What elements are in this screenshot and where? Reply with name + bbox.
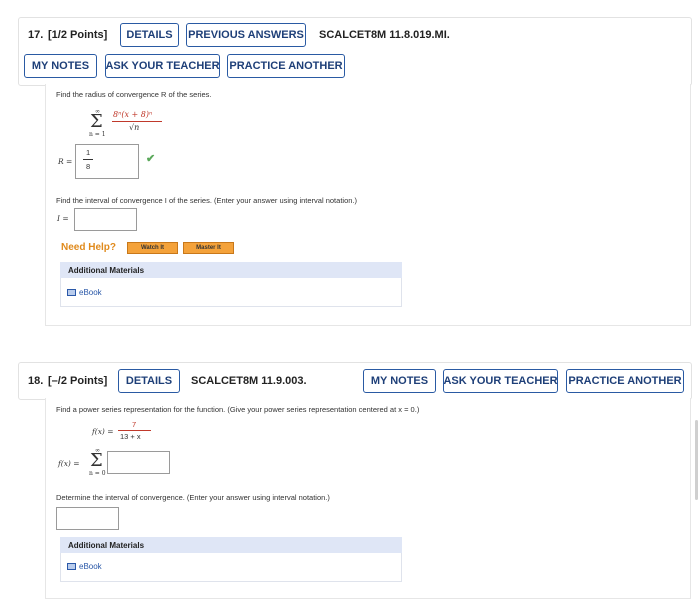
master-it-button[interactable]: Master It bbox=[183, 242, 234, 254]
ebook-label: eBook bbox=[79, 288, 102, 297]
fx-series-label: f(x) = bbox=[58, 459, 80, 468]
interval-input[interactable] bbox=[56, 507, 119, 530]
ebook-link[interactable]: eBook bbox=[67, 288, 102, 297]
additional-materials-header: Additional Materials bbox=[60, 537, 402, 553]
question-17-number: 17. bbox=[28, 29, 44, 41]
series-denominator: √n bbox=[129, 123, 140, 132]
additional-materials-panel bbox=[60, 553, 402, 582]
details-button[interactable]: DETAILS bbox=[118, 369, 180, 393]
details-button[interactable]: DETAILS bbox=[120, 23, 179, 47]
sigma-icon: Σ bbox=[90, 450, 103, 471]
sum-lower-limit: n = 1 bbox=[89, 131, 106, 138]
sigma-icon: Σ bbox=[90, 111, 103, 132]
practice-another-button[interactable]: PRACTICE ANOTHER bbox=[566, 369, 684, 393]
book-icon bbox=[67, 563, 76, 570]
r-answer-numerator: 1 bbox=[86, 148, 91, 157]
previous-answers-button[interactable]: PREVIOUS ANSWERS bbox=[186, 23, 306, 47]
r-label: R = bbox=[58, 157, 73, 166]
question-18-number: 18. bbox=[28, 375, 44, 387]
interval-input[interactable] bbox=[74, 208, 137, 231]
book-icon bbox=[67, 289, 76, 296]
my-notes-button[interactable]: MY NOTES bbox=[363, 369, 436, 393]
my-notes-button[interactable]: MY NOTES bbox=[24, 54, 97, 78]
series-fraction-bar bbox=[112, 121, 162, 122]
r-answer-field[interactable] bbox=[75, 144, 139, 179]
ebook-link[interactable]: eBook bbox=[67, 562, 102, 571]
interval-prompt: Find the interval of convergence I of th… bbox=[56, 196, 357, 205]
additional-materials-header: Additional Materials bbox=[60, 262, 402, 278]
series-numerator: 8ⁿ(x + 8)ⁿ bbox=[113, 110, 153, 119]
practice-another-button[interactable]: PRACTICE ANOTHER bbox=[227, 54, 345, 78]
fx-fraction-bar bbox=[118, 430, 151, 431]
series-prompt: Find a power series representation for t… bbox=[56, 405, 420, 414]
interval-prompt: Determine the interval of convergence. (… bbox=[56, 493, 330, 502]
power-series-input[interactable] bbox=[107, 451, 170, 474]
r-answer-fraction-bar bbox=[83, 159, 93, 160]
ebook-label: eBook bbox=[79, 562, 102, 571]
fx-label: f(x) = bbox=[92, 427, 114, 436]
r-answer-denominator: 8 bbox=[86, 162, 91, 171]
sum-lower-limit: n = 0 bbox=[89, 470, 106, 477]
question-18-code: SCALCET8M 11.9.003. bbox=[191, 375, 307, 387]
i-label: I = bbox=[57, 214, 69, 223]
question-17-code: SCALCET8M 11.8.019.MI. bbox=[319, 29, 450, 41]
ask-your-teacher-button[interactable]: ASK YOUR TEACHER bbox=[105, 54, 220, 78]
fx-numerator: 7 bbox=[132, 420, 137, 429]
ask-your-teacher-button[interactable]: ASK YOUR TEACHER bbox=[443, 369, 558, 393]
radius-prompt: Find the radius of convergence R of the … bbox=[56, 90, 212, 99]
need-help-label: Need Help? bbox=[61, 242, 117, 253]
page-scrollbar[interactable] bbox=[695, 420, 698, 500]
watch-it-button[interactable]: Watch It bbox=[127, 242, 178, 254]
question-18-points: [–/2 Points] bbox=[48, 375, 108, 387]
fx-denominator: 13 + x bbox=[120, 432, 141, 441]
question-17-points: [1/2 Points] bbox=[48, 29, 108, 41]
correct-check-icon: ✔ bbox=[146, 153, 156, 165]
additional-materials-panel bbox=[60, 278, 402, 307]
